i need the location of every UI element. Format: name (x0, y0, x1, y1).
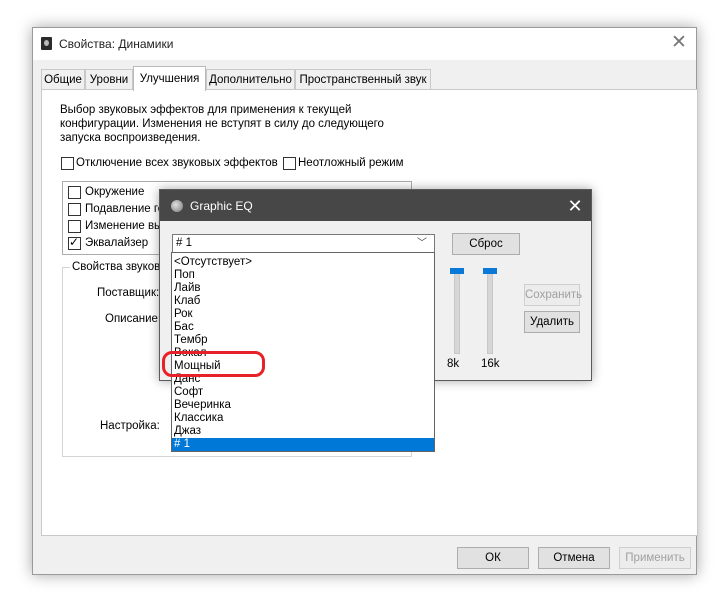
effect-label: Эквалайзер (85, 237, 149, 249)
preset-option[interactable]: Джаз (172, 425, 434, 438)
chevron-down-icon: ﹀ (417, 238, 427, 249)
disable-all-effects-label: Отключение всех звуковых эффектов (76, 157, 278, 169)
description-label: Описание: (105, 313, 162, 325)
tab-general[interactable]: Общие (41, 69, 85, 90)
effect-label: Окружение (85, 186, 145, 198)
effect-label: Изменение выс (85, 220, 169, 232)
preset-option[interactable]: Тембр (172, 334, 434, 347)
preset-option[interactable]: Бас (172, 321, 434, 334)
preset-combobox-value: # 1 (176, 237, 192, 249)
enhancements-description: Выбор звуковых эффектов для применения к… (60, 104, 384, 144)
delete-preset-button[interactable]: Удалить (524, 311, 580, 333)
effect-checkbox[interactable] (68, 186, 81, 199)
highlight-ring (162, 351, 265, 377)
eq-app-icon (171, 200, 183, 212)
setting-label: Настройка: (100, 420, 160, 432)
apply-button[interactable]: Применить (619, 547, 691, 569)
reset-button[interactable]: Сброс (452, 233, 520, 255)
band-label-16k: 16k (481, 358, 500, 370)
band-label-8k: 8k (447, 358, 460, 370)
equalizer-checkbox[interactable] (68, 235, 81, 250)
provider-label: Поставщик: (97, 287, 160, 299)
speaker-icon (41, 37, 52, 50)
ok-button[interactable]: ОК (457, 547, 529, 569)
eq-title-bar: Graphic EQ ✕ (160, 190, 591, 221)
immediate-mode-checkbox[interactable] (283, 157, 296, 170)
effect-label: Подавление го (85, 203, 165, 215)
title-bar: Свойства: Динамики ✕ (33, 28, 696, 60)
effect-checkbox[interactable] (68, 220, 81, 233)
band-slider-thumb[interactable] (450, 268, 464, 274)
preset-option[interactable]: Софт (172, 386, 434, 399)
eq-close-button[interactable]: ✕ (563, 194, 587, 218)
tab-advanced[interactable]: Дополнительно (206, 69, 295, 90)
preset-option[interactable]: Классика (172, 412, 434, 425)
band-slider-16k[interactable] (487, 272, 493, 354)
effect-checkbox[interactable] (68, 203, 81, 216)
save-preset-button[interactable]: Сохранить (524, 284, 582, 306)
effect-properties-legend: Свойства звуково (70, 261, 169, 273)
preset-option[interactable]: <Отсутствует> (172, 256, 434, 269)
disable-all-effects-checkbox[interactable] (61, 157, 74, 170)
tab-spatial-sound[interactable]: Пространственный звук (295, 69, 431, 90)
close-button[interactable]: ✕ (665, 31, 693, 55)
preset-combobox[interactable]: # 1 ﹀ (172, 234, 435, 254)
immediate-mode-label: Неотложный режим (298, 157, 404, 169)
tab-enhancements[interactable]: Улучшения (133, 66, 206, 91)
cancel-button[interactable]: Отмена (538, 547, 610, 569)
tab-levels[interactable]: Уровни (85, 69, 133, 90)
window-title: Свойства: Динамики (59, 37, 174, 51)
preset-option[interactable]: Вечеринка (172, 399, 434, 412)
preset-option[interactable]: Рок (172, 308, 434, 321)
preset-option[interactable]: Поп (172, 269, 434, 282)
band-slider-thumb[interactable] (483, 268, 497, 274)
preset-option[interactable]: Клаб (172, 295, 434, 308)
preset-option[interactable]: Лайв (172, 282, 434, 295)
band-slider-8k[interactable] (454, 272, 460, 354)
eq-title: Graphic EQ (190, 199, 253, 213)
preset-option-selected[interactable]: # 1 (172, 438, 434, 451)
